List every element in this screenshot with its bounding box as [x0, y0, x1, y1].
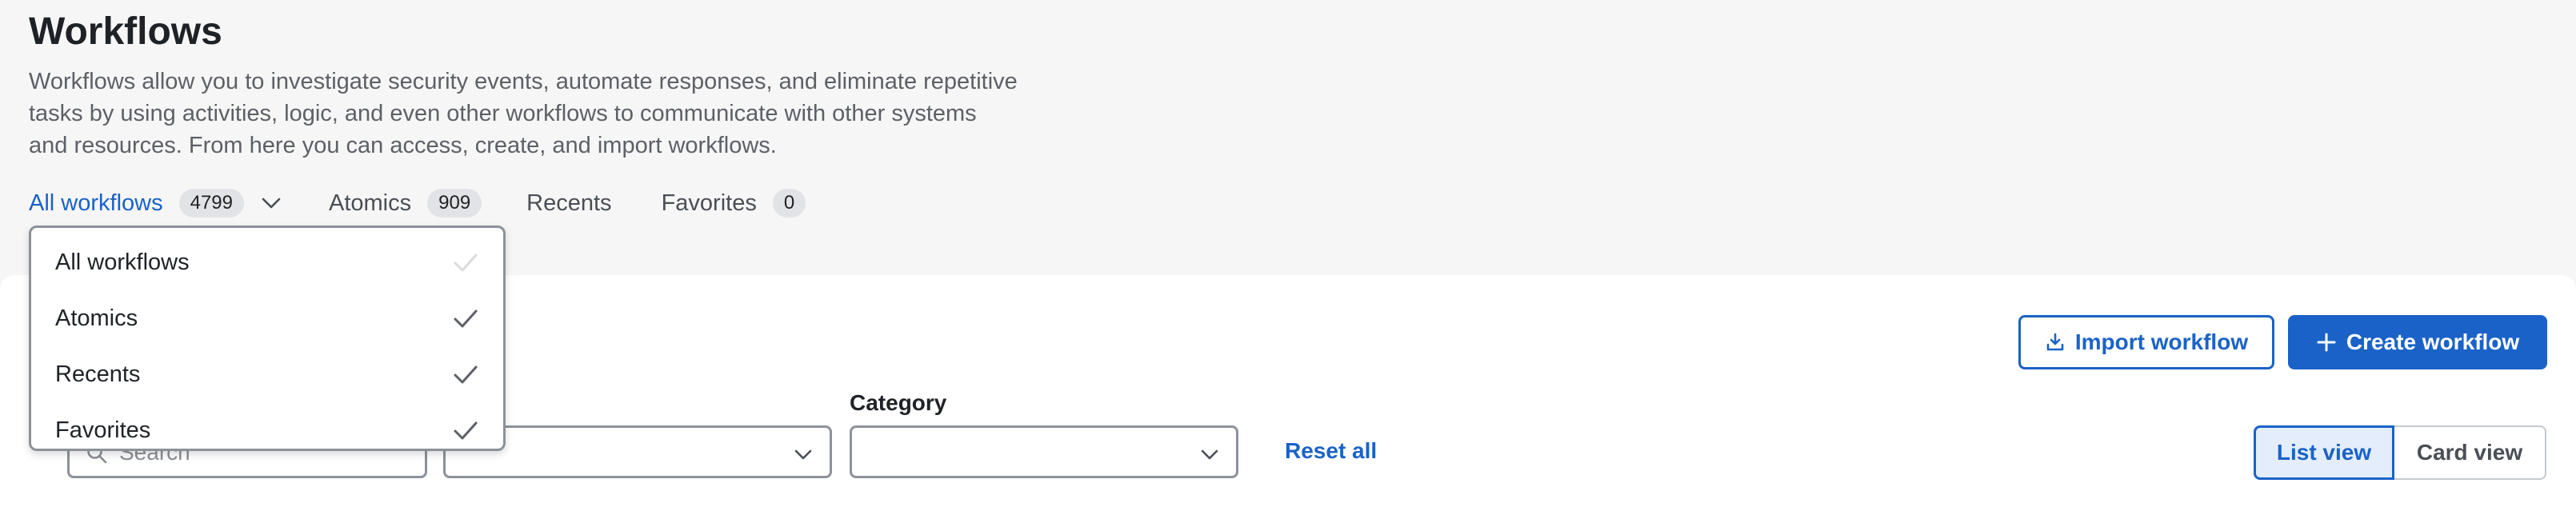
list-view-button[interactable]: List view [2254, 425, 2394, 480]
dropdown-item-all-workflows[interactable]: All workflows [31, 234, 503, 290]
checkmark-icon [452, 417, 479, 444]
tab-atomics[interactable]: Atomics 909 [329, 189, 482, 218]
checkmark-icon [452, 249, 479, 276]
category-select[interactable] [850, 425, 1238, 478]
page-description: Workflows allow you to investigate secur… [29, 69, 1018, 158]
tab-all-workflows[interactable]: All workflows 4799 [29, 189, 282, 218]
count-badge: 909 [427, 189, 482, 218]
tab-label: Favorites [661, 190, 757, 216]
workflow-tabs: All workflows 4799 Atomics 909 Recents F… [29, 182, 806, 224]
tab-favorites[interactable]: Favorites 0 [662, 189, 806, 218]
tab-recents[interactable]: Recents [526, 190, 611, 217]
dropdown-item-recents[interactable]: Recents [31, 346, 503, 402]
dropdown-item-favorites[interactable]: Favorites [31, 402, 503, 458]
checkmark-icon [452, 361, 479, 388]
download-icon [2045, 332, 2066, 353]
create-label: Create workflow [2346, 329, 2520, 354]
plus-icon [2316, 332, 2337, 353]
import-workflow-button[interactable]: Import workflow [2018, 315, 2274, 369]
import-label: Import workflow [2074, 329, 2249, 354]
reset-all-link[interactable]: Reset all [1285, 438, 1377, 464]
count-badge: 0 [772, 189, 806, 218]
card-view-button[interactable]: Card view [2394, 425, 2546, 480]
dropdown-item-label: Recents [55, 361, 141, 387]
tab-visibility-dropdown: All workflows Atomics Recents Favorites [29, 226, 506, 451]
dropdown-item-label: Favorites [55, 417, 151, 443]
chevron-down-icon[interactable] [260, 192, 282, 214]
chevron-down-icon [1199, 444, 1220, 469]
category-label: Category [850, 390, 947, 415]
dropdown-item-atomics[interactable]: Atomics [31, 290, 503, 346]
view-toggle: List view Card view [2254, 425, 2546, 480]
checkmark-icon [452, 305, 479, 332]
create-workflow-button[interactable]: Create workflow [2288, 315, 2547, 369]
count-badge: 4799 [178, 189, 244, 218]
tab-label: All workflows [29, 190, 163, 216]
tab-label: Recents [526, 190, 612, 216]
dropdown-item-label: All workflows [55, 249, 190, 275]
tab-label: Atomics [328, 190, 412, 216]
dropdown-item-label: Atomics [55, 305, 138, 331]
chevron-down-icon [793, 444, 814, 469]
page-title: Workflows [29, 10, 222, 53]
